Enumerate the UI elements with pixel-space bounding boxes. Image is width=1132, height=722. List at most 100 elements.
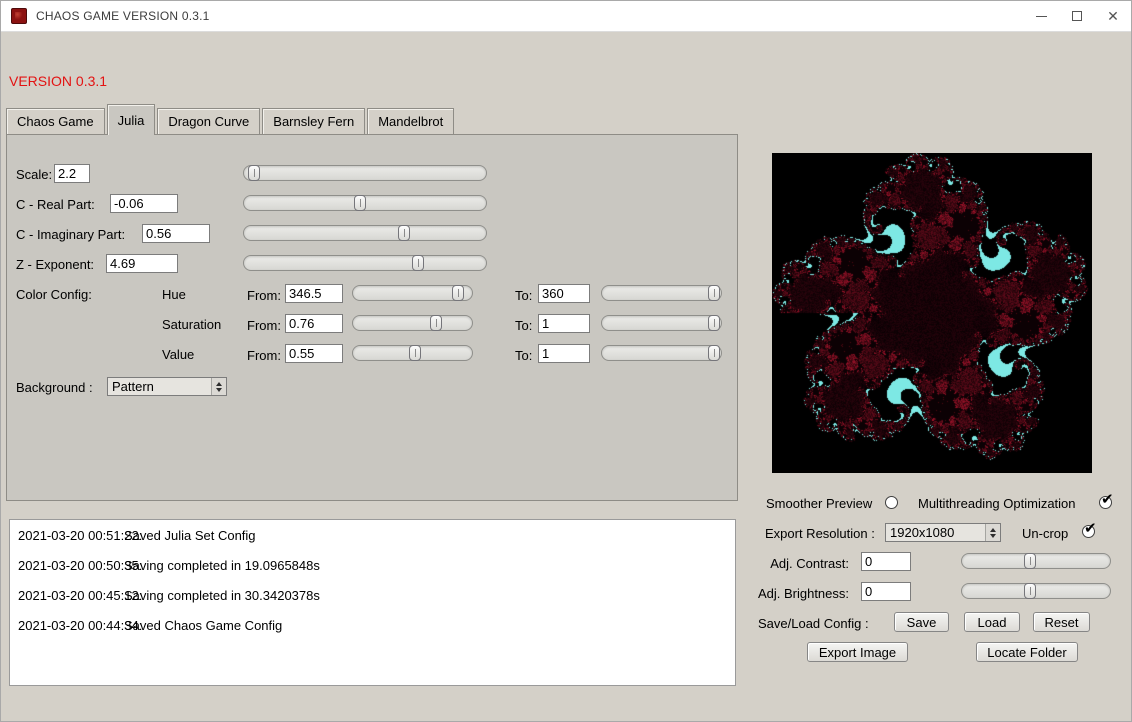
tab-julia[interactable]: Julia bbox=[107, 104, 156, 135]
log-message: Saving completed in 30.3420378s bbox=[124, 588, 320, 603]
scale-label: Scale: bbox=[16, 167, 52, 182]
c-real-label: C - Real Part: bbox=[16, 197, 95, 212]
color-config-label: Color Config: bbox=[16, 287, 92, 302]
slider-thumb[interactable] bbox=[708, 315, 720, 331]
saturation-to-field[interactable] bbox=[538, 314, 590, 333]
value-to-field[interactable] bbox=[538, 344, 590, 363]
slider-thumb[interactable] bbox=[452, 285, 464, 301]
tab-chaos-game[interactable]: Chaos Game bbox=[6, 108, 105, 134]
export-resolution-value: 1920x1080 bbox=[890, 525, 954, 540]
c-imaginary-slider[interactable] bbox=[243, 225, 487, 241]
hue-from-slider[interactable] bbox=[352, 285, 473, 301]
locate-folder-button[interactable]: Locate Folder bbox=[976, 642, 1078, 662]
hue-from-field[interactable] bbox=[285, 284, 343, 303]
minimize-icon bbox=[1036, 16, 1047, 17]
adj-brightness-label: Adj. Brightness: bbox=[741, 586, 849, 601]
z-exponent-field[interactable] bbox=[106, 254, 178, 273]
hue-to-slider[interactable] bbox=[601, 285, 722, 301]
tab-dragon-curve[interactable]: Dragon Curve bbox=[157, 108, 260, 134]
tab-barnsley-fern[interactable]: Barnsley Fern bbox=[262, 108, 365, 134]
combo-arrows-icon[interactable] bbox=[211, 378, 226, 395]
slider-thumb[interactable] bbox=[398, 225, 410, 241]
log-message: Saving completed in 19.0965848s bbox=[124, 558, 320, 573]
saturation-from-label: From: bbox=[247, 318, 281, 333]
slider-thumb[interactable] bbox=[248, 165, 260, 181]
uncrop-checkbox[interactable] bbox=[1082, 525, 1095, 538]
hue-label: Hue bbox=[162, 287, 186, 302]
slider-thumb[interactable] bbox=[430, 315, 442, 331]
value-label: Value bbox=[162, 347, 194, 362]
background-label: Background : bbox=[16, 380, 93, 395]
z-exponent-slider[interactable] bbox=[243, 255, 487, 271]
maximize-icon bbox=[1072, 11, 1082, 21]
load-button[interactable]: Load bbox=[964, 612, 1020, 632]
slider-thumb[interactable] bbox=[1024, 553, 1036, 569]
adj-brightness-field[interactable] bbox=[861, 582, 911, 601]
log-entry: 2021-03-20 00:51:22: Saved Julia Set Con… bbox=[10, 520, 735, 550]
app-icon bbox=[11, 8, 27, 24]
multithreading-checkbox[interactable] bbox=[1099, 496, 1112, 509]
tab-bar: Chaos Game Julia Dragon Curve Barnsley F… bbox=[6, 103, 456, 134]
window-title: CHAOS GAME VERSION 0.3.1 bbox=[36, 9, 210, 23]
close-button[interactable]: ✕ bbox=[1095, 1, 1131, 31]
smoother-preview-label: Smoother Preview bbox=[766, 496, 872, 511]
hue-to-field[interactable] bbox=[538, 284, 590, 303]
c-real-field[interactable] bbox=[110, 194, 178, 213]
combo-arrows-icon[interactable] bbox=[985, 524, 1000, 541]
titlebar[interactable]: CHAOS GAME VERSION 0.3.1 ✕ bbox=[1, 1, 1131, 32]
maximize-button[interactable] bbox=[1059, 1, 1095, 31]
app-window: CHAOS GAME VERSION 0.3.1 ✕ VERSION 0.3.1… bbox=[0, 0, 1132, 722]
hue-to-label: To: bbox=[515, 288, 532, 303]
value-from-slider[interactable] bbox=[352, 345, 473, 361]
save-button[interactable]: Save bbox=[894, 612, 949, 632]
multithreading-label: Multithreading Optimization bbox=[918, 496, 1076, 511]
saturation-from-field[interactable] bbox=[285, 314, 343, 333]
minimize-button[interactable] bbox=[1023, 1, 1059, 31]
log-entry: 2021-03-20 00:44:34: Saved Chaos Game Co… bbox=[10, 610, 735, 640]
scale-slider[interactable] bbox=[243, 165, 487, 181]
slider-thumb[interactable] bbox=[409, 345, 421, 361]
z-exponent-label: Z - Exponent: bbox=[16, 257, 94, 272]
log-area[interactable]: 2021-03-20 00:51:22: Saved Julia Set Con… bbox=[9, 519, 736, 686]
background-select[interactable]: Pattern bbox=[107, 377, 227, 396]
value-to-slider[interactable] bbox=[601, 345, 722, 361]
value-to-label: To: bbox=[515, 348, 532, 363]
export-resolution-select[interactable]: 1920x1080 bbox=[885, 523, 1001, 542]
fractal-preview bbox=[772, 153, 1092, 473]
log-message: Saved Julia Set Config bbox=[124, 528, 256, 543]
saturation-label: Saturation bbox=[162, 317, 221, 332]
julia-settings-panel: Scale: C - Real Part: C - Imaginary Part… bbox=[6, 134, 738, 501]
saturation-from-slider[interactable] bbox=[352, 315, 473, 331]
slider-thumb[interactable] bbox=[354, 195, 366, 211]
slider-thumb[interactable] bbox=[412, 255, 424, 271]
export-resolution-label: Export Resolution : bbox=[765, 526, 875, 541]
c-imaginary-field[interactable] bbox=[142, 224, 210, 243]
saturation-to-label: To: bbox=[515, 318, 532, 333]
log-message: Saved Chaos Game Config bbox=[124, 618, 282, 633]
adj-contrast-slider[interactable] bbox=[961, 553, 1111, 569]
smoother-preview-checkbox[interactable] bbox=[885, 496, 898, 509]
value-from-label: From: bbox=[247, 348, 281, 363]
adj-contrast-field[interactable] bbox=[861, 552, 911, 571]
tab-mandelbrot[interactable]: Mandelbrot bbox=[367, 108, 454, 134]
adj-brightness-slider[interactable] bbox=[961, 583, 1111, 599]
saturation-to-slider[interactable] bbox=[601, 315, 722, 331]
value-from-field[interactable] bbox=[285, 344, 343, 363]
scale-field[interactable] bbox=[54, 164, 90, 183]
hue-from-label: From: bbox=[247, 288, 281, 303]
background-selected-value: Pattern bbox=[112, 379, 154, 394]
adj-contrast-label: Adj. Contrast: bbox=[749, 556, 849, 571]
slider-thumb[interactable] bbox=[708, 345, 720, 361]
close-icon: ✕ bbox=[1107, 9, 1119, 23]
uncrop-label: Un-crop bbox=[1022, 526, 1068, 541]
window-controls: ✕ bbox=[1023, 1, 1131, 31]
version-banner: VERSION 0.3.1 bbox=[9, 73, 107, 89]
export-image-button[interactable]: Export Image bbox=[807, 642, 908, 662]
c-real-slider[interactable] bbox=[243, 195, 487, 211]
log-entry: 2021-03-20 00:45:12: Saving completed in… bbox=[10, 580, 735, 610]
save-load-config-label: Save/Load Config : bbox=[758, 616, 869, 631]
c-imaginary-label: C - Imaginary Part: bbox=[16, 227, 125, 242]
slider-thumb[interactable] bbox=[708, 285, 720, 301]
slider-thumb[interactable] bbox=[1024, 583, 1036, 599]
reset-button[interactable]: Reset bbox=[1033, 612, 1090, 632]
